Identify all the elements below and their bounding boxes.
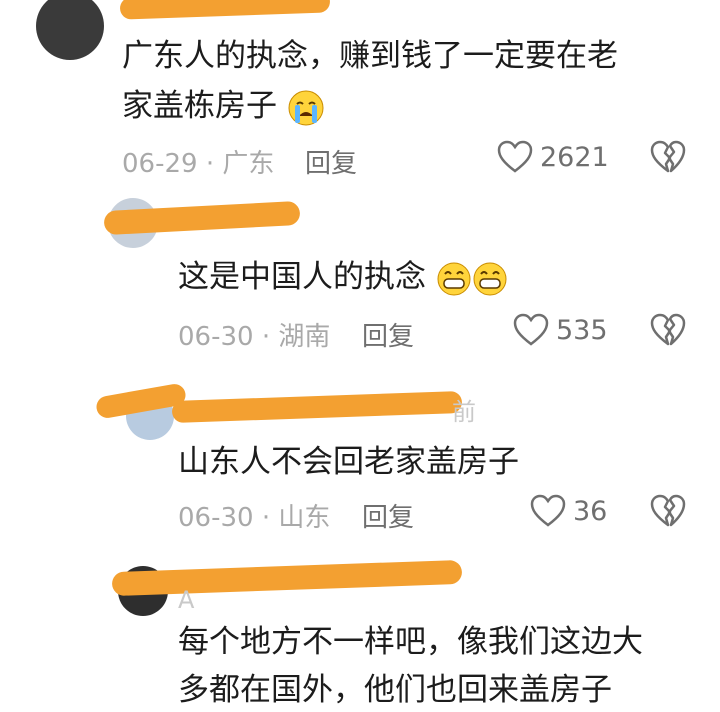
redacted-username (111, 559, 463, 597)
redacted-username (119, 0, 331, 20)
comment-meta: 06-29 · 广东 (122, 149, 275, 179)
like-heart-icon[interactable] (513, 313, 549, 347)
like-count: 535 (556, 315, 608, 346)
comment-text: 每个地方不一样吧，像我们这边大 (178, 624, 643, 660)
comment-text: 家盖栋房子 (122, 84, 325, 128)
comment-text: 广东人的执念，赚到钱了一定要在老 (122, 38, 618, 74)
comment-text: 多都在国外，他们也回来盖房子 (178, 672, 612, 708)
like-heart-icon[interactable] (497, 140, 533, 174)
loudly-crying-face-emoji (288, 90, 324, 125)
reply-button[interactable]: 回复 (362, 316, 414, 353)
reply-button[interactable]: 回复 (362, 497, 414, 534)
comment-text: 这是中国人的执念 (178, 255, 508, 299)
comment-timestamp: 前 (452, 398, 476, 426)
comment-meta: 06-30 · 湖南 (178, 322, 331, 352)
avatar[interactable] (36, 0, 104, 60)
redacted-username (171, 390, 463, 424)
dislike-broken-heart-icon[interactable] (650, 313, 686, 347)
username-fragment: A (178, 586, 195, 614)
grinning-face-emoji (473, 262, 507, 295)
like-count: 36 (573, 496, 608, 527)
like-heart-icon[interactable] (530, 494, 566, 528)
comment-meta: 06-30 · 山东 (178, 503, 331, 533)
reply-button[interactable]: 回复 (305, 143, 357, 180)
grinning-face-emoji (437, 262, 471, 295)
dislike-broken-heart-icon[interactable] (650, 494, 686, 528)
comment-text: 山东人不会回老家盖房子 (178, 444, 519, 480)
like-count: 2621 (540, 142, 609, 173)
dislike-broken-heart-icon[interactable] (650, 140, 686, 174)
